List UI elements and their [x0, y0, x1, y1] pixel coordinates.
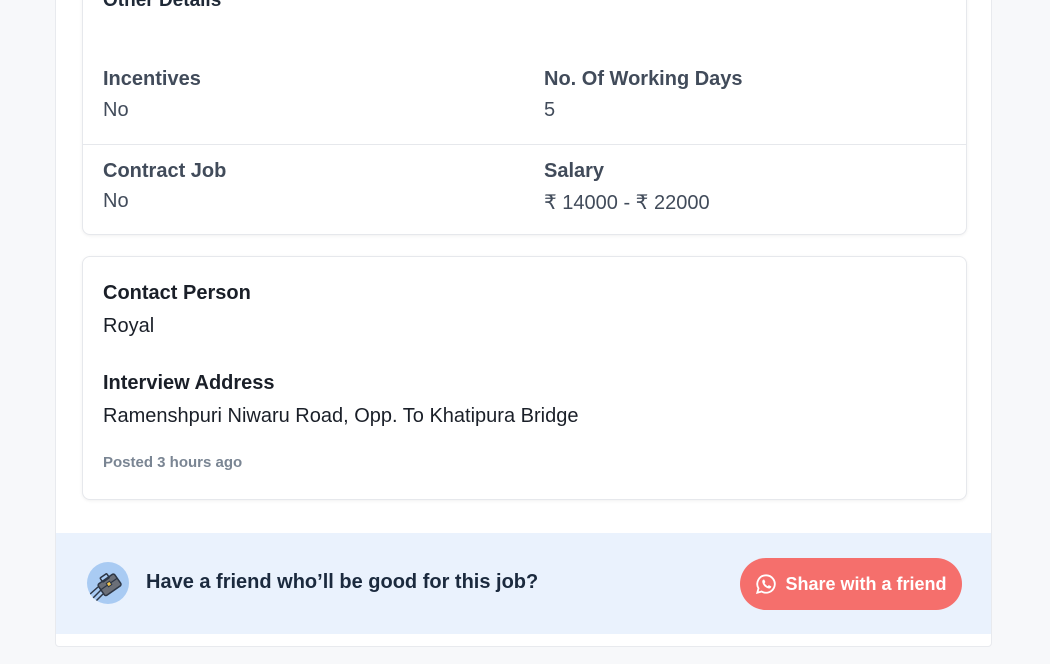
share-with-friend-button[interactable]: Share with a friend — [740, 558, 962, 610]
job-detail-page: Other Details Incentives No No. Of Worki… — [55, 0, 992, 647]
posted-time: Posted 3 hours ago — [103, 454, 243, 471]
share-prompt: Have a friend who’ll be good for this jo… — [146, 571, 539, 593]
divider — [83, 144, 966, 145]
share-button-label: Share with a friend — [785, 573, 947, 594]
salary-label: Salary — [544, 160, 605, 182]
contract-job-value: No — [103, 190, 129, 212]
working-days-label: No. Of Working Days — [544, 68, 743, 90]
briefcase-icon — [87, 562, 129, 604]
other-details-card: Other Details Incentives No No. Of Worki… — [82, 0, 967, 235]
incentives-value: No — [103, 99, 129, 121]
salary-value: ₹ 14000 - ₹ 22000 — [544, 192, 710, 214]
contract-job-label: Contract Job — [103, 160, 227, 182]
interview-address-label: Interview Address — [103, 372, 275, 394]
contact-card: Contact Person Royal Interview Address R… — [82, 256, 967, 500]
working-days-value: 5 — [544, 99, 556, 121]
interview-address-value: Ramenshpuri Niwaru Road, Opp. To Khatipu… — [103, 405, 579, 427]
share-banner: Have a friend who’ll be good for this jo… — [56, 533, 991, 634]
section-title: Other Details — [103, 0, 222, 11]
contact-person-label: Contact Person — [103, 282, 251, 304]
contact-person-value: Royal — [103, 315, 155, 337]
incentives-label: Incentives — [103, 68, 201, 90]
whatsapp-icon — [755, 573, 777, 595]
